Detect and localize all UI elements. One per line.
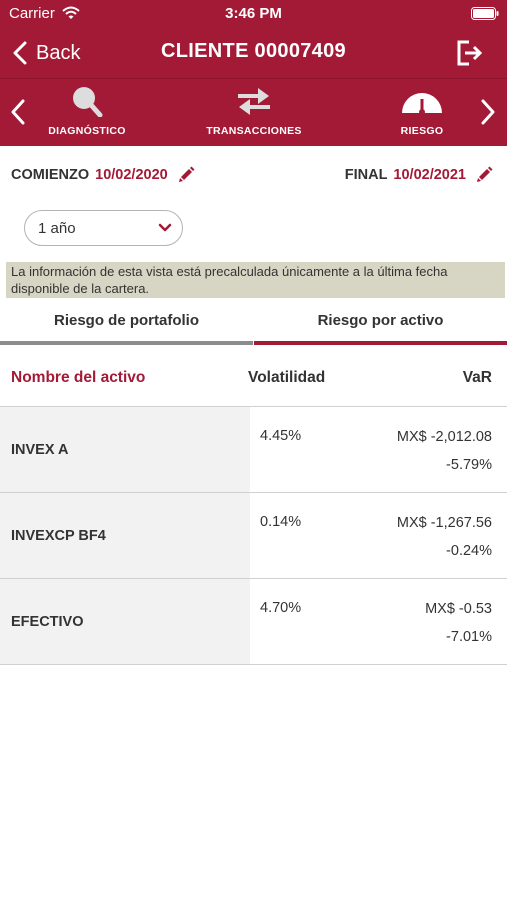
asset-risk-table: INVEX A 4.45% MX$ -2,012.08 -5.79% INVEX… bbox=[0, 406, 507, 665]
column-header-name: Nombre del activo bbox=[11, 369, 146, 386]
navigation-bar: Back CLIENTE 00007409 bbox=[0, 28, 507, 78]
tab-diagnostico[interactable]: DIAGNÓSTICO bbox=[42, 85, 132, 143]
section-tabs: DIAGNÓSTICO TRANSACCIONES RIESGO bbox=[0, 78, 507, 146]
tab-riesgo-por-activo[interactable]: Riesgo por activo bbox=[254, 300, 507, 345]
start-date-value: 10/02/2020 bbox=[95, 166, 168, 183]
asset-name: INVEXCP BF4 bbox=[0, 493, 250, 578]
gauge-icon bbox=[402, 93, 442, 115]
logout-icon[interactable] bbox=[455, 39, 483, 67]
pencil-icon[interactable] bbox=[476, 166, 493, 183]
asset-var-percent: -5.79% bbox=[446, 457, 492, 473]
pencil-icon[interactable] bbox=[178, 166, 195, 183]
end-date-value: 10/02/2021 bbox=[393, 166, 466, 183]
chevron-down-icon bbox=[158, 223, 172, 232]
table-header: Nombre del activo Volatilidad VaR bbox=[0, 360, 507, 396]
asset-name: INVEX A bbox=[0, 407, 250, 492]
asset-volatility: 0.14% bbox=[260, 514, 302, 530]
end-date-label: FINAL bbox=[344, 166, 388, 183]
chevron-left-icon[interactable] bbox=[10, 99, 26, 125]
asset-var-amount: MX$ -0.53 bbox=[425, 601, 492, 617]
asset-name: EFECTIVO bbox=[0, 579, 250, 664]
page-title: CLIENTE 00007409 bbox=[161, 40, 346, 62]
asset-var-amount: MX$ -1,267.56 bbox=[396, 515, 492, 531]
column-header-volatility: Volatilidad bbox=[248, 369, 326, 386]
status-bar: Carrier 3:46 PM bbox=[0, 0, 507, 28]
end-date: FINAL 10/02/2021 bbox=[345, 166, 493, 183]
tab-riesgo[interactable]: RIESGO bbox=[380, 85, 464, 143]
asset-var-percent: -7.01% bbox=[446, 629, 492, 645]
period-select[interactable]: 1 año bbox=[24, 210, 183, 246]
table-row: INVEX A 4.45% MX$ -2,012.08 -5.79% bbox=[0, 407, 507, 493]
date-range: COMIENZO 10/02/2020 FINAL 10/02/2021 bbox=[0, 160, 507, 190]
start-date-label: COMIENZO bbox=[11, 166, 90, 183]
column-header-var: VaR bbox=[462, 369, 492, 386]
status-time: 3:46 PM bbox=[225, 5, 282, 22]
start-date: COMIENZO 10/02/2020 bbox=[11, 166, 195, 183]
table-row: INVEXCP BF4 0.14% MX$ -1,267.56 -0.24% bbox=[0, 493, 507, 579]
tab-label: RIESGO bbox=[400, 125, 444, 137]
asset-var-percent: -0.24% bbox=[446, 543, 492, 559]
magnifier-icon bbox=[73, 87, 103, 117]
risk-sub-tabs: Riesgo de portafolio Riesgo por activo bbox=[0, 300, 507, 345]
asset-volatility: 4.70% bbox=[260, 600, 302, 616]
table-row: EFECTIVO 4.70% MX$ -0.53 -7.01% bbox=[0, 579, 507, 665]
tab-riesgo-portafolio[interactable]: Riesgo de portafolio bbox=[0, 300, 253, 345]
asset-volatility: 4.45% bbox=[260, 428, 302, 444]
info-banner: La información de esta vista está precal… bbox=[6, 262, 505, 298]
battery-icon bbox=[471, 7, 499, 20]
asset-var-amount: MX$ -2,012.08 bbox=[396, 429, 492, 445]
tab-label: TRANSACCIONES bbox=[206, 125, 302, 137]
exchange-arrows-icon bbox=[238, 88, 270, 115]
tab-transacciones[interactable]: TRANSACCIONES bbox=[198, 85, 310, 143]
period-select-value: 1 año bbox=[38, 219, 76, 237]
tab-label: DIAGNÓSTICO bbox=[48, 125, 126, 137]
chevron-right-icon[interactable] bbox=[480, 99, 496, 125]
